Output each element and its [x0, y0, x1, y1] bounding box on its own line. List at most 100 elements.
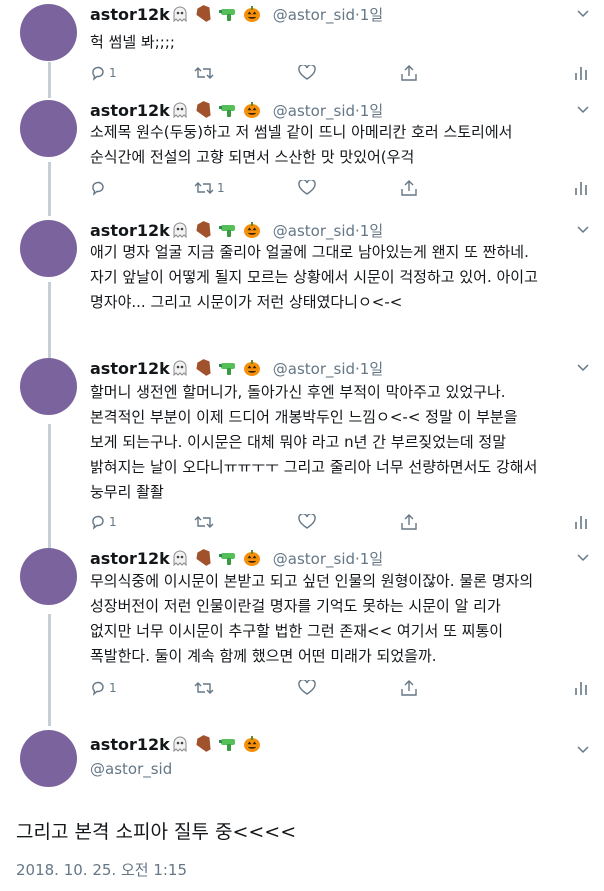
display-name[interactable]: astor12k: [90, 5, 170, 24]
chevron-down-icon[interactable]: [576, 222, 590, 236]
user-handle[interactable]: @astor_sid: [273, 102, 355, 120]
reply-button[interactable]: 1: [90, 678, 117, 698]
tweet-header: astor12k @astor_sid·1일: [90, 4, 383, 29]
analytics-icon: [575, 67, 587, 80]
ghost-icon: [173, 6, 187, 23]
display-name[interactable]: astor12k: [90, 359, 170, 378]
analytics-button[interactable]: [574, 512, 588, 532]
analytics-button[interactable]: [574, 178, 588, 198]
emoji-set: [171, 5, 267, 29]
pumpkin-icon: [243, 550, 260, 566]
display-name[interactable]: astor12k: [90, 101, 170, 120]
pumpkin-icon: [243, 6, 260, 22]
share-button[interactable]: [400, 63, 418, 83]
coffin-icon: [196, 101, 211, 118]
chevron-down-icon[interactable]: [576, 360, 590, 374]
user-handle[interactable]: @astor_sid: [273, 550, 355, 568]
water-pistol-icon: [218, 363, 235, 375]
ghost-icon: [173, 736, 187, 753]
avatar[interactable]: [20, 100, 77, 157]
share-icon: [401, 180, 417, 196]
like-button[interactable]: [298, 678, 319, 698]
analytics-button[interactable]: [574, 678, 588, 698]
reply-button[interactable]: [90, 178, 109, 198]
tweet-actions: 1: [90, 178, 590, 198]
pumpkin-icon: [243, 102, 260, 118]
ghost-icon: [173, 102, 187, 119]
tweet-text: 소제목 원수(두둥)하고 저 썸넬 같이 뜨니 아메리칸 호러 스토리에서 순식…: [90, 123, 513, 166]
reply-count: 1: [109, 681, 117, 695]
thread-tweet[interactable]: astor12k @astor_sid·1일 헉 썸넬 봐;;;; 1: [0, 4, 604, 94]
retweet-button[interactable]: [194, 678, 217, 698]
thread-tweet[interactable]: astor12k @astor_sid·1일 할머니 생전엔 할머니가, 돌아가…: [0, 358, 604, 538]
retweet-button[interactable]: 1: [194, 178, 225, 198]
avatar[interactable]: [20, 4, 77, 61]
avatar[interactable]: [20, 220, 77, 277]
user-handle[interactable]: @astor_sid: [90, 760, 172, 778]
tweet-time[interactable]: 1일: [360, 360, 383, 378]
retweet-icon: [194, 67, 214, 79]
retweet-icon: [194, 516, 214, 528]
coffin-icon: [196, 5, 211, 22]
user-handle[interactable]: @astor_sid: [273, 360, 355, 378]
water-pistol-icon: [218, 105, 235, 117]
thread-tweet[interactable]: astor12k @astor_sid·1일 애기 명자 얼굴 지금 줄리아 얼…: [0, 220, 604, 350]
retweet-button[interactable]: [194, 512, 217, 532]
chevron-down-icon[interactable]: [576, 102, 590, 116]
ghost-icon: [173, 360, 187, 377]
share-button[interactable]: [400, 678, 418, 698]
analytics-button[interactable]: [574, 63, 588, 83]
tweet-text: 헉 썸넬 봐;;;;: [90, 33, 175, 51]
display-name[interactable]: astor12k: [90, 735, 170, 754]
thread-tweet[interactable]: astor12k @astor_sid·1일 무의식중에 이시문이 본받고 되고…: [0, 548, 604, 708]
tweet-text: 무의식중에 이시문이 본받고 되고 싶던 인물의 원형이잖아. 물론 명자의 성…: [90, 572, 534, 665]
tweet-time[interactable]: 1일: [360, 550, 383, 568]
reply-icon: [92, 66, 104, 81]
reply-icon: [92, 515, 104, 530]
tweet-time[interactable]: 1일: [360, 222, 383, 240]
reply-count: 1: [109, 66, 117, 80]
water-pistol-icon: [218, 739, 235, 751]
like-button[interactable]: [298, 178, 319, 198]
user-handle[interactable]: @astor_sid: [273, 222, 355, 240]
tweet-actions: 1: [90, 63, 590, 83]
share-icon: [401, 65, 417, 81]
like-button[interactable]: [298, 512, 319, 532]
reply-icon: [92, 681, 104, 696]
user-handle[interactable]: @astor_sid: [273, 6, 355, 24]
ghost-icon: [173, 222, 187, 239]
like-button[interactable]: [298, 63, 319, 83]
display-name[interactable]: astor12k: [90, 549, 170, 568]
tweet-time[interactable]: 1일: [360, 102, 383, 120]
main-tweet-text: 그리고 본격 소피아 질투 중<<<<: [16, 821, 297, 843]
chevron-down-icon[interactable]: [576, 550, 590, 564]
tweet-time[interactable]: 1일: [360, 6, 383, 24]
pumpkin-icon: [243, 360, 260, 376]
water-pistol-icon: [218, 225, 235, 237]
water-pistol-icon: [218, 553, 235, 565]
coffin-icon: [196, 359, 211, 376]
like-icon: [298, 514, 316, 529]
retweet-button[interactable]: [194, 63, 217, 83]
share-button[interactable]: [400, 512, 418, 532]
share-icon: [401, 680, 417, 696]
share-button[interactable]: [400, 178, 418, 198]
avatar[interactable]: [20, 358, 77, 415]
avatar[interactable]: [20, 730, 77, 787]
chevron-down-icon[interactable]: [576, 6, 590, 20]
thread-tweet[interactable]: astor12k @astor_sid·1일 소제목 원수(두둥)하고 저 썸넬…: [0, 100, 604, 210]
tweet-header: astor12k: [90, 734, 267, 759]
retweet-count: 1: [217, 181, 225, 195]
tweet-handle-row: @astor_sid: [90, 758, 172, 780]
coffin-icon: [196, 735, 211, 752]
share-icon: [401, 514, 417, 530]
main-tweet-timestamp[interactable]: 2018. 10. 25. 오전 1:15: [16, 859, 187, 881]
reply-button[interactable]: 1: [90, 512, 117, 532]
display-name[interactable]: astor12k: [90, 221, 170, 240]
main-tweet[interactable]: astor12k @astor_sid: [0, 730, 604, 800]
reply-button[interactable]: 1: [90, 63, 117, 83]
chevron-down-icon[interactable]: [576, 742, 590, 756]
avatar[interactable]: [20, 548, 77, 605]
emoji-set: [171, 735, 267, 759]
reply-count: 1: [109, 515, 117, 529]
